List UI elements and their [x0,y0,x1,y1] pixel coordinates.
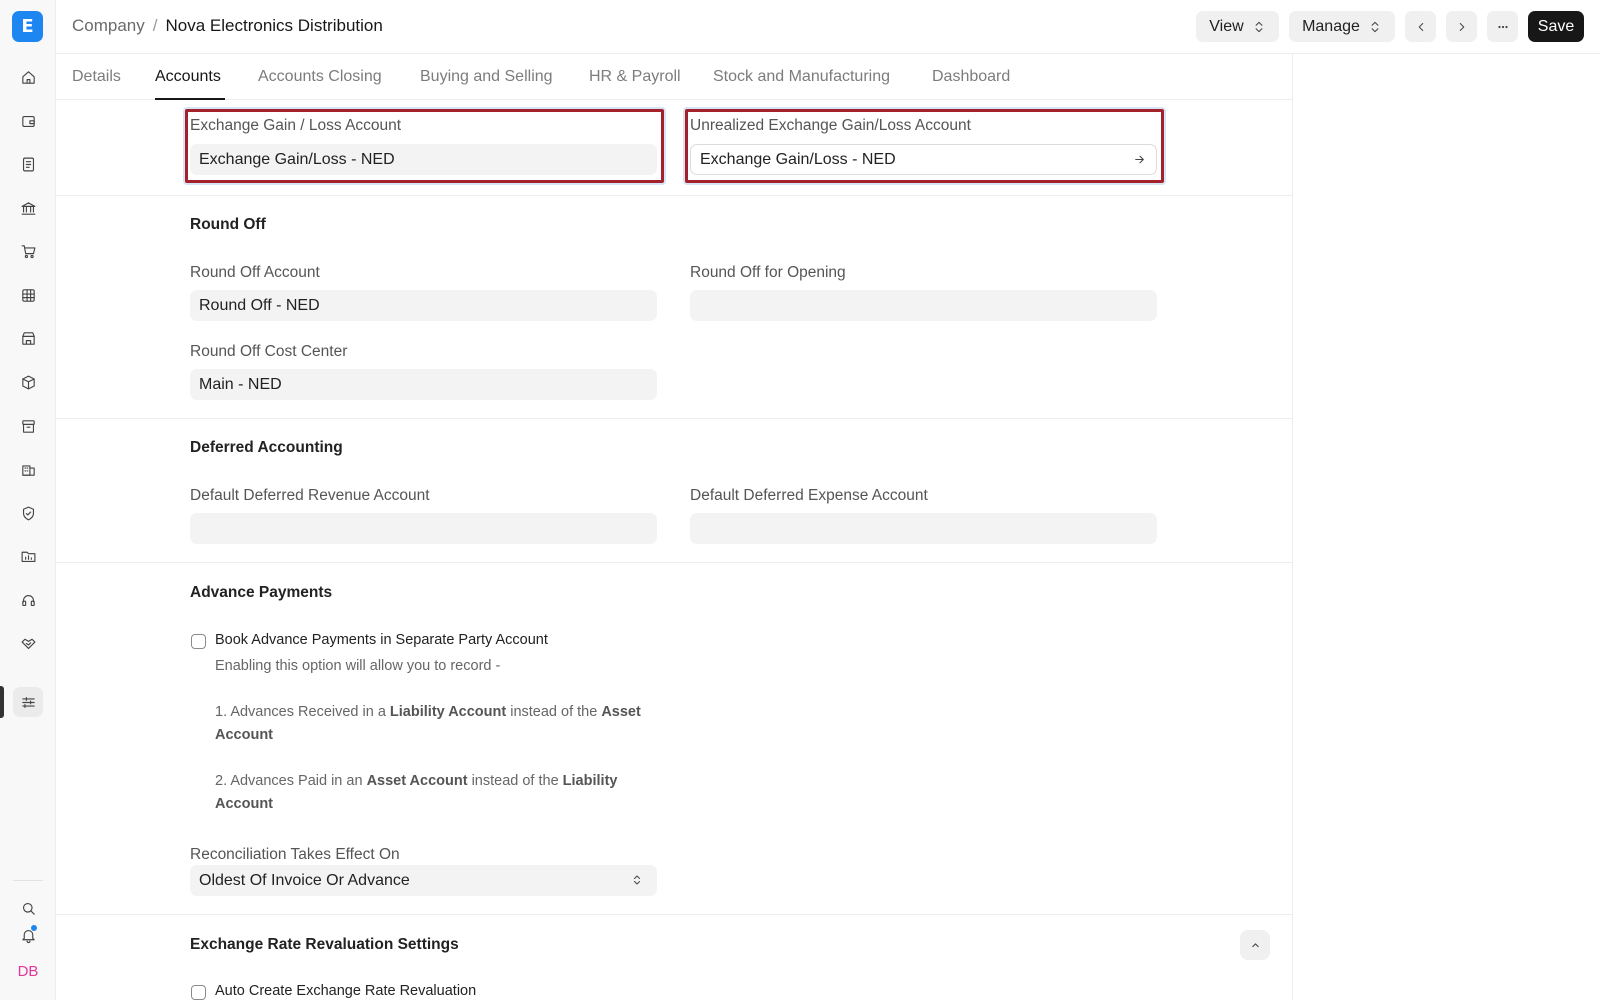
tab-accounts-closing[interactable]: Accounts Closing [258,68,382,86]
accounts-form: Exchange Gain / Loss Account Exchange Ga… [56,100,1292,1000]
more-button[interactable] [1487,11,1518,42]
section-divider [56,418,1292,419]
round-off-cost-center-label: Round Off Cost Center [190,343,348,360]
reconciliation-label: Reconciliation Takes Effect On [190,846,400,863]
cart-icon[interactable] [13,236,43,266]
deferred-expense-label: Default Deferred Expense Account [690,487,928,504]
desc-2-text-a: 2. Advances Paid in an [215,773,367,789]
document-icon[interactable] [13,149,43,179]
home-icon[interactable] [13,62,43,92]
store-icon[interactable] [13,323,43,353]
round-off-title: Round Off [190,216,266,233]
headset-icon[interactable] [13,585,43,615]
chevron-left-icon [1418,22,1423,31]
revaluation-title: Exchange Rate Revaluation Settings [190,936,459,953]
desc-1-text-c: instead of the [506,704,602,720]
advance-description-intro: Enabling this option will allow you to r… [215,658,501,674]
chevron-right-icon [1459,22,1464,31]
more-icon [1497,25,1508,28]
app-logo[interactable]: E [12,11,43,42]
tab-dashboard[interactable]: Dashboard [932,68,1010,86]
auto-revaluation-label[interactable]: Auto Create Exchange Rate Revaluation [215,983,476,999]
search-icon[interactable] [13,893,43,923]
shield-icon[interactable] [13,498,43,528]
book-advance-label[interactable]: Book Advance Payments in Separate Party … [215,632,548,648]
bank-icon[interactable] [13,193,43,223]
reconciliation-value: Oldest Of Invoice Or Advance [199,871,410,889]
deferred-revenue-label: Default Deferred Revenue Account [190,487,430,504]
round-off-cost-center-field[interactable]: Main - NED [190,369,657,400]
section-divider [56,562,1292,563]
unrealized-exchange-field[interactable]: Exchange Gain/Loss - NED [690,144,1157,175]
tab-hr-payroll[interactable]: HR & Payroll [589,68,681,86]
tab-stock-and-manufacturing[interactable]: Stock and Manufacturing [713,68,890,86]
chevron-updown-icon [634,875,640,885]
advance-description-item-2: 2. Advances Paid in an Asset Account ins… [215,770,645,816]
tab-accounts[interactable]: Accounts [155,68,221,86]
bell-icon[interactable] [13,920,43,950]
section-divider [56,914,1292,915]
deferred-expense-field[interactable] [690,513,1157,544]
advance-payments-title: Advance Payments [190,584,333,601]
section-divider [56,195,1292,196]
unrealized-exchange-label: Unrealized Exchange Gain/Loss Account [690,117,971,134]
round-off-opening-label: Round Off for Opening [690,264,846,281]
manage-button[interactable]: Manage [1289,11,1395,42]
sidebar: E DB [0,0,56,1000]
notification-dot [30,924,38,932]
archive-icon[interactable] [13,411,43,441]
arrow-right-icon[interactable] [1133,153,1146,166]
reconciliation-select[interactable]: Oldest Of Invoice Or Advance [190,865,657,896]
round-off-account-field[interactable]: Round Off - NED [190,290,657,321]
table-icon[interactable] [13,280,43,310]
logo-letter: E [21,16,34,37]
desc-2-bold-b: Asset Account [366,773,468,789]
scroll-to-top-button[interactable] [1240,930,1270,960]
sidebar-divider [13,880,43,881]
building-icon[interactable] [13,454,43,484]
deferred-revenue-field[interactable] [190,513,657,544]
exchange-gain-loss-field[interactable]: Exchange Gain/Loss - NED [190,144,657,175]
chevron-updown-icon [1255,21,1263,32]
desc-1-bold-b: Liability Account [389,704,507,720]
manage-button-label: Manage [1302,17,1360,35]
breadcrumb: Company / Nova Electronics Distribution [72,16,383,36]
view-button[interactable]: View [1196,11,1279,42]
next-button[interactable] [1446,11,1477,42]
deferred-accounting-title: Deferred Accounting [190,439,343,456]
box-icon[interactable] [13,367,43,397]
header-actions: View Manage Save [1196,11,1584,42]
auto-revaluation-checkbox[interactable] [191,985,206,1000]
book-advance-checkbox[interactable] [191,634,206,649]
desc-1-text-a: 1. Advances Received in a [215,704,390,720]
previous-button[interactable] [1405,11,1436,42]
wallet-icon[interactable] [13,106,43,136]
round-off-account-label: Round Off Account [190,264,320,281]
tab-buying-and-selling[interactable]: Buying and Selling [420,68,553,86]
chevron-up-icon [1251,942,1259,947]
exchange-gain-loss-label: Exchange Gain / Loss Account [190,117,402,134]
folder-chart-icon[interactable] [13,541,43,571]
right-pane-divider [1292,54,1293,1000]
desc-2-text-c: instead of the [467,773,563,789]
tab-details[interactable]: Details [72,68,121,86]
advance-description-item-1: 1. Advances Received in a Liability Acco… [215,701,645,747]
view-button-label: View [1209,17,1244,35]
round-off-opening-field[interactable] [690,290,1157,321]
page-title: Nova Electronics Distribution [165,16,383,35]
save-button[interactable]: Save [1528,11,1584,42]
active-indicator [0,686,4,718]
avatar[interactable]: DB [13,958,43,984]
handshake-icon[interactable] [13,628,43,658]
page-header: Company / Nova Electronics Distribution … [56,0,1600,54]
chevron-updown-icon [1371,21,1379,32]
breadcrumb-separator: / [152,16,158,35]
tab-bar: Details Accounts Accounts Closing Buying… [56,54,1292,100]
sliders-icon[interactable] [13,687,43,717]
unrealized-exchange-value: Exchange Gain/Loss - NED [700,150,896,168]
breadcrumb-parent[interactable]: Company [72,16,145,36]
